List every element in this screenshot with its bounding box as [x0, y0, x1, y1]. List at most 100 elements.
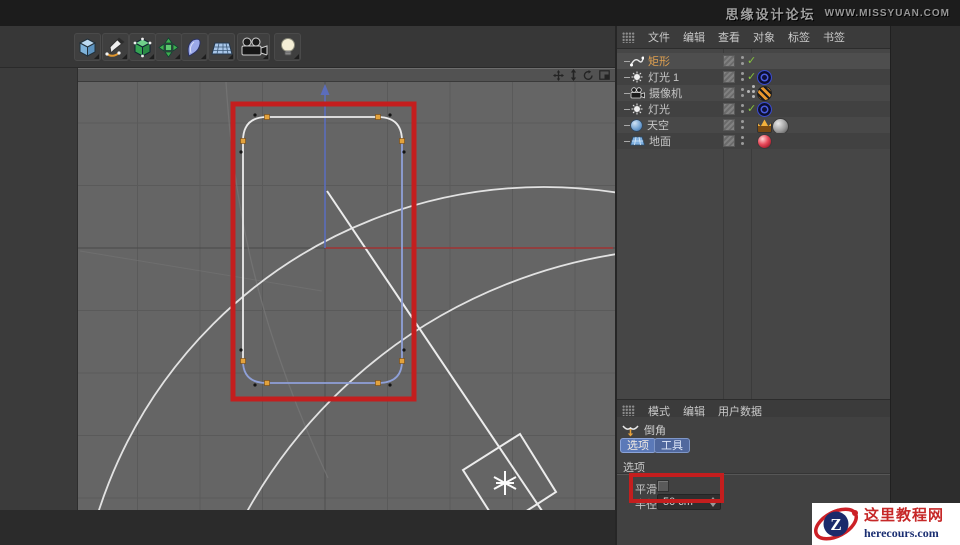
annotation-rect-viewport — [230, 101, 417, 402]
panel-grip-icon[interactable] — [622, 31, 635, 43]
cinema4d-window: 思缘设计论坛 WWW.MISSYUAN.COM 文件 编辑 查看 对象 标签 书… — [0, 0, 960, 545]
camera-active-icon[interactable] — [752, 90, 755, 93]
rectangle-spline[interactable] — [242, 116, 403, 384]
enabled-check-icon[interactable]: ✓ — [747, 102, 756, 115]
spline-pen-button[interactable] — [102, 33, 129, 61]
layer-color-toggle[interactable] — [723, 87, 735, 99]
generator-button[interactable] — [155, 33, 182, 61]
visibility-dots[interactable] — [740, 104, 744, 114]
main-toolbar — [0, 26, 615, 68]
large-circle-spline-1 — [98, 186, 615, 510]
object-row-rectangle[interactable]: 矩形 ✓ — [617, 53, 890, 69]
active-tool-row: 倒角 — [622, 422, 666, 438]
object-row-sky[interactable]: 天空 — [617, 117, 890, 135]
visibility-dots[interactable] — [740, 72, 744, 82]
floor-object-icon — [630, 136, 645, 146]
enabled-check-icon[interactable]: ✓ — [747, 54, 756, 67]
pan-icon[interactable] — [553, 69, 564, 81]
logo-domain: herecours.com — [864, 526, 939, 540]
layer-color-toggle[interactable] — [723, 103, 735, 115]
object-manager-menubar: 文件 编辑 查看 对象 标签 书签 — [617, 26, 890, 49]
light-button[interactable] — [274, 33, 301, 61]
light-target-tag-icon[interactable] — [757, 70, 772, 85]
protection-tag-icon[interactable] — [757, 86, 772, 101]
om-menu-objects[interactable]: 对象 — [753, 29, 775, 45]
viewport-canvas[interactable] — [78, 82, 615, 510]
visibility-dots[interactable] — [740, 120, 744, 130]
cube-primitive-button[interactable] — [74, 33, 101, 61]
object-row-light[interactable]: 灯光 ✓ — [617, 101, 890, 117]
flyout-triangle — [263, 54, 268, 59]
layer-color-toggle[interactable] — [723, 55, 735, 67]
light-object-icon — [631, 71, 643, 82]
right-panel: 文件 编辑 查看 对象 标签 书签 矩形 ✓ 灯光 1 ✓ 摄像机 灯光 ✓ 天… — [615, 26, 890, 545]
flyout-triangle — [149, 54, 154, 59]
camera-object-icon — [630, 87, 645, 99]
visibility-dots[interactable] — [740, 136, 744, 146]
sky-object-icon — [630, 118, 643, 132]
left-dock-strip — [0, 68, 78, 510]
straight-line-spline — [326, 190, 543, 510]
object-row-camera[interactable]: 摄像机 — [617, 85, 890, 101]
material-tag-icon[interactable] — [757, 134, 772, 149]
logo-z-icon: Z — [814, 507, 858, 541]
layer-color-toggle[interactable] — [723, 71, 735, 83]
maximize-icon[interactable] — [599, 70, 610, 80]
watermark-logo: Z 这里教程网 herecours.com — [812, 503, 960, 545]
light-object-icon — [631, 103, 643, 114]
enabled-check-icon[interactable]: ✓ — [747, 70, 756, 83]
om-menu-tags[interactable]: 标签 — [788, 29, 810, 45]
deformer-button[interactable] — [181, 33, 208, 61]
logo-title: 这里教程网 — [864, 508, 945, 524]
panel-grip-icon[interactable] — [622, 405, 635, 416]
large-circle-spline-2 — [247, 253, 615, 510]
viewport-header — [78, 68, 615, 82]
spline-points[interactable] — [240, 114, 405, 386]
flyout-triangle — [294, 54, 299, 59]
site-url: WWW.MISSYUAN.COM — [824, 7, 950, 19]
camera-button[interactable] — [237, 33, 270, 61]
object-label[interactable]: 矩形 — [648, 53, 670, 69]
chamfer-tool-icon — [622, 425, 639, 437]
layer-color-toggle[interactable] — [723, 135, 735, 147]
flyout-triangle — [94, 54, 99, 59]
layer-color-toggle[interactable] — [723, 119, 735, 131]
far-right-strip — [890, 26, 960, 545]
visibility-dots[interactable] — [740, 88, 744, 98]
y-axis-arrow — [320, 84, 330, 95]
flyout-triangle — [228, 54, 233, 59]
tab-tool[interactable]: 工具 — [654, 438, 690, 453]
zoom-icon[interactable] — [569, 69, 578, 81]
tangent-handles[interactable] — [239, 113, 406, 387]
object-row-light1[interactable]: 灯光 1 ✓ — [617, 69, 890, 85]
background-splines — [79, 82, 615, 510]
compositing-tag-icon[interactable] — [757, 119, 772, 133]
rotated-square-spline — [461, 432, 558, 510]
object-label[interactable]: 灯光 1 — [648, 69, 679, 85]
object-label[interactable]: 灯光 — [648, 101, 670, 117]
object-label[interactable]: 地面 — [649, 133, 671, 149]
logo-letter: Z — [830, 515, 841, 534]
flyout-triangle — [175, 54, 180, 59]
grid — [78, 82, 615, 510]
visibility-dots[interactable] — [740, 56, 744, 66]
object-label[interactable]: 天空 — [647, 117, 669, 133]
rotate-icon[interactable] — [583, 69, 594, 81]
bottom-strip — [0, 510, 615, 545]
editable-cube-button[interactable] — [129, 33, 156, 61]
object-row-floor[interactable]: 地面 — [617, 133, 890, 149]
om-menu-edit[interactable]: 编辑 — [683, 29, 705, 45]
spline-object-icon — [630, 56, 644, 66]
site-name: 思缘设计论坛 — [725, 6, 816, 22]
flyout-triangle — [201, 54, 206, 59]
tab-options[interactable]: 选项 — [620, 438, 656, 453]
object-label[interactable]: 摄像机 — [649, 85, 682, 101]
om-menu-bookmarks[interactable]: 书签 — [823, 29, 845, 45]
tool-name: 倒角 — [644, 425, 666, 437]
flyout-triangle — [122, 54, 127, 59]
annotation-rect-radius — [629, 473, 724, 503]
om-menu-file[interactable]: 文件 — [648, 29, 670, 45]
om-menu-view[interactable]: 查看 — [718, 29, 740, 45]
light-target-tag-icon[interactable] — [757, 102, 772, 117]
environment-floor-button[interactable] — [208, 33, 235, 61]
